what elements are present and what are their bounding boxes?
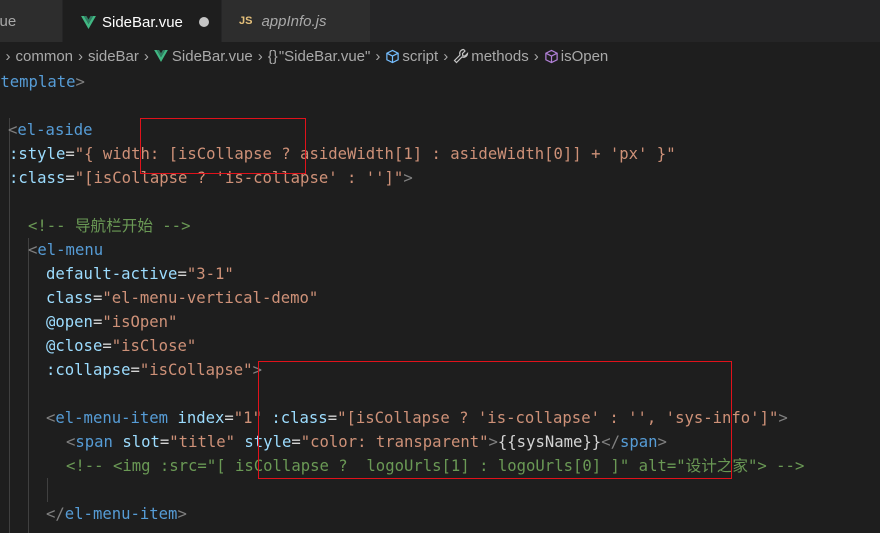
code-line: <el-aside [8,121,93,139]
cube-icon [545,49,558,63]
chevron-right-icon: › [5,47,11,65]
unsaved-dot-icon[interactable] [199,17,209,27]
cube-icon [386,49,400,63]
editor-tab-bar: vue SideBar.vue JS appInfo.js [0,0,880,43]
code-editor[interactable]: <template> <el-aside :style="{ width: [i… [0,70,880,533]
code-line: </el-menu-item> [46,505,187,523]
code-line: :collapse="isCollapse"> [46,361,262,379]
indent-guide [28,238,29,533]
breadcrumb-item-sidebar-folder[interactable]: sideBar [88,48,139,65]
breadcrumb-label: isOpen [560,47,609,65]
code-line: @close="isClose" [46,337,197,355]
vue-logo-icon [154,50,168,62]
breadcrumb-label: script [402,47,439,65]
indent-guide [47,478,48,502]
braces-icon: {} [267,47,278,65]
highlight-box [140,118,306,174]
chevron-right-icon: › [78,47,84,65]
chevron-right-icon: › [375,47,381,65]
breadcrumb-item-common[interactable]: common [16,48,74,65]
breadcrumb-item-folder[interactable]: s [0,48,1,65]
code-line: :style="{ width: [isCollapse ? asideWidt… [9,145,676,163]
breadcrumb-label: "SideBar.vue" [278,47,371,65]
breadcrumb-label: methods [471,47,529,65]
breadcrumb-item-module[interactable]: {} "SideBar.vue" [268,48,371,65]
breadcrumb-item-isopen[interactable]: isOpen [544,47,609,65]
tab-previous-vue[interactable]: vue [0,0,62,42]
breadcrumb-label: SideBar.vue [171,47,253,65]
code-line: <el-menu [28,241,104,259]
breadcrumb-item-sidebar-file[interactable]: SideBar.vue [154,48,253,65]
code-line: class="el-menu-vertical-demo" [46,289,319,307]
js-file-icon: JS [239,15,253,27]
breadcrumb-item-methods[interactable]: methods [453,48,529,65]
highlight-box [258,361,732,479]
code-line: <template> [0,73,85,91]
code-line: <!-- 导航栏开始 --> [28,217,191,235]
tab-label: vue [0,12,17,30]
chevron-right-icon: › [257,47,263,65]
tab-label: SideBar.vue [102,13,183,31]
breadcrumb: s › common › sideBar › SideBar.vue › {} … [0,42,880,70]
tab-appinfo-js[interactable]: JS appInfo.js [222,0,370,42]
code-line: @open="isOpen" [46,313,178,331]
chevron-right-icon: › [443,47,449,65]
tab-label: appInfo.js [261,12,327,30]
code-line: default-active="3-1" [46,265,234,283]
vue-logo-icon [81,15,96,29]
chevron-right-icon: › [533,47,539,65]
tab-sidebar-vue[interactable]: SideBar.vue [63,0,221,43]
wrench-icon [453,48,469,64]
breadcrumb-item-script[interactable]: script [385,48,438,65]
chevron-right-icon: › [143,47,149,65]
